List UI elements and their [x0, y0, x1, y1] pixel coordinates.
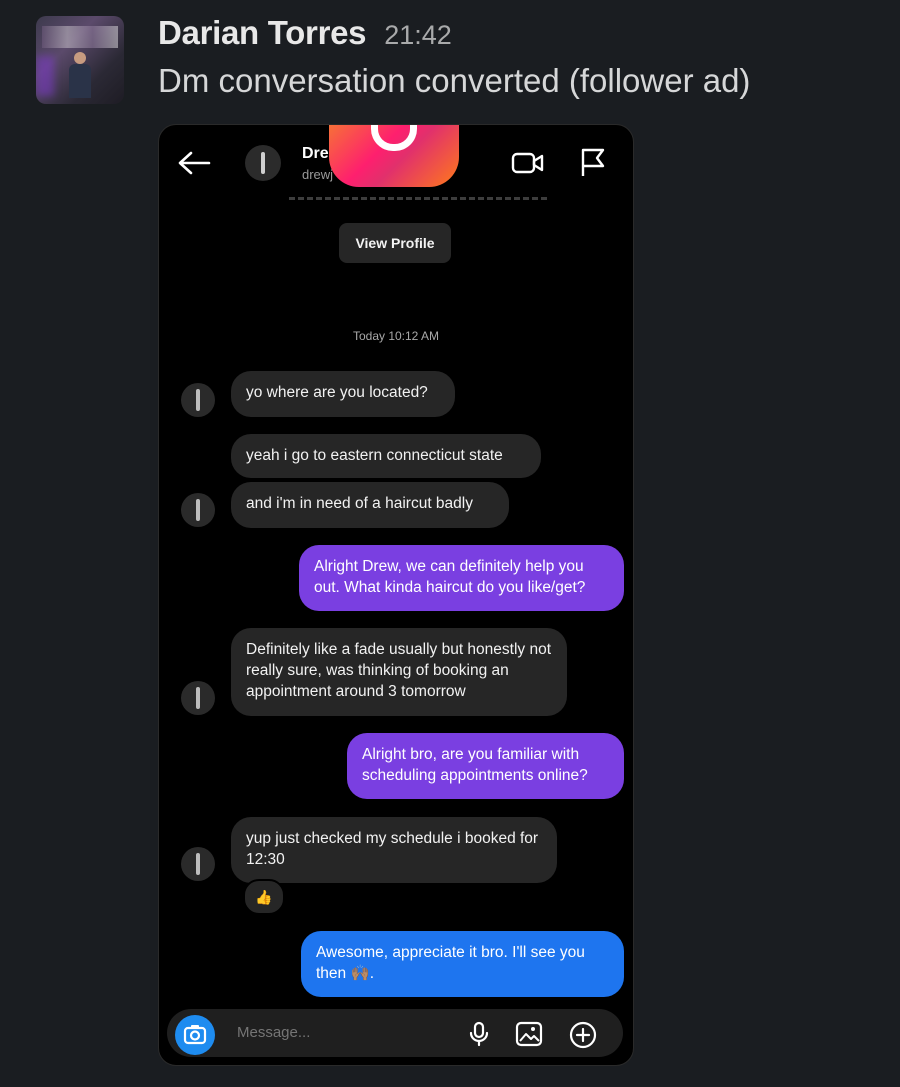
message-timestamp[interactable]: 21:42: [384, 20, 452, 51]
message-input: [235, 1023, 439, 1042]
message-bubble-incoming: yo where are you located?: [231, 371, 455, 417]
message-bubble-incoming: and i'm in need of a haircut badly: [231, 482, 509, 528]
message-bubble-incoming: Definitely like a fade usually but hones…: [231, 628, 567, 716]
message-composer: [167, 1009, 623, 1057]
avatar-person-head: [74, 52, 86, 64]
contact-mini-avatar: [181, 847, 215, 881]
avatar-light: [36, 56, 54, 96]
flag-icon: [581, 148, 605, 176]
contact-avatar: [245, 145, 281, 181]
instagram-logo-icon: [329, 125, 459, 187]
camera-icon: [175, 1015, 215, 1055]
header-subtitle-blur: [289, 197, 549, 200]
message-header: Darian Torres 21:42: [158, 14, 452, 52]
contact-name: Dre: [302, 145, 329, 162]
dm-header: Dre drewj: [159, 125, 633, 205]
author-name[interactable]: Darian Torres: [158, 14, 367, 52]
thumbs-up-reaction-icon: 👍: [243, 879, 285, 915]
avatar-background: [42, 26, 118, 48]
date-divider: Today 10:12 AM: [352, 329, 440, 343]
message-bubble-outgoing: Alright Drew, we can definitely help you…: [299, 545, 624, 611]
message-bubble-incoming: yup just checked my schedule i booked fo…: [231, 817, 557, 883]
contact-mini-avatar: [181, 681, 215, 715]
contact-mini-avatar: [181, 383, 215, 417]
back-arrow-icon: [178, 151, 211, 175]
add-icon: [569, 1021, 597, 1049]
message-bubble-outgoing: Awesome, appreciate it bro. I'll see you…: [301, 931, 624, 997]
video-call-icon: [511, 152, 544, 174]
message-bubble-incoming: yeah i go to eastern connecticut state: [231, 434, 541, 478]
message-bubble-outgoing: Alright bro, are you familiar with sched…: [347, 733, 624, 799]
contact-handle: drewj: [302, 167, 334, 182]
message-text: Dm conversation converted (follower ad): [158, 62, 751, 99]
attached-screenshot[interactable]: Dre drewj View Profile Today 10:12 AM yo…: [158, 124, 634, 1066]
gallery-icon: [515, 1021, 543, 1047]
avatar-person-body: [69, 64, 91, 98]
contact-mini-avatar: [181, 493, 215, 527]
author-avatar[interactable]: [36, 16, 124, 104]
microphone-icon: [469, 1021, 489, 1047]
view-profile-button: View Profile: [339, 223, 451, 263]
